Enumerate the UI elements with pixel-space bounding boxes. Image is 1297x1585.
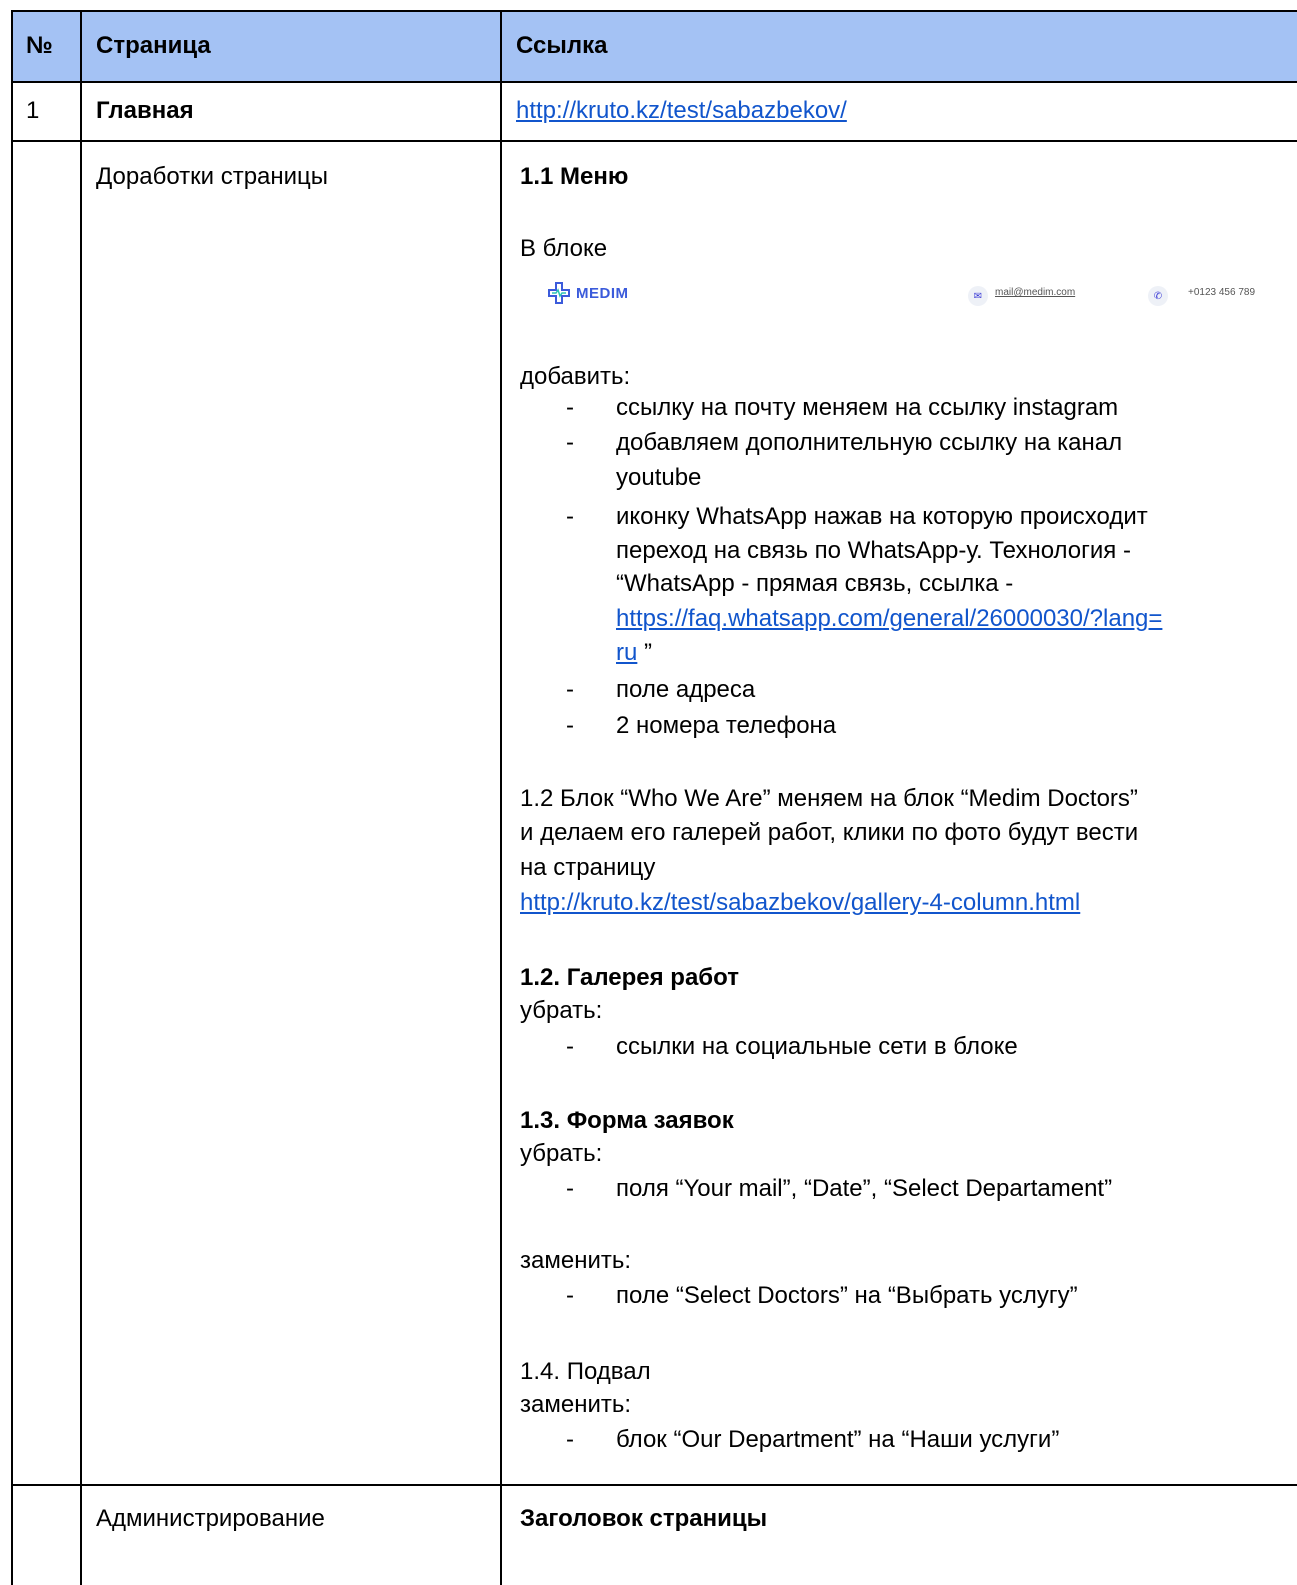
form-title: 1.3. Форма заявок (520, 1107, 734, 1134)
form-remove-label: убрать: (520, 1140, 603, 1167)
section-1-2-line3: на страницу (520, 854, 656, 881)
list-item: ссылку на почту меняем на ссылку instagr… (616, 394, 1119, 421)
row1-page: Главная (96, 97, 194, 124)
medim-logo-text: MEDIM (576, 284, 629, 302)
bullet-dash: - (566, 503, 574, 530)
table-border-left (11, 10, 13, 1585)
list-item-cont: youtube (616, 464, 702, 491)
row1-link[interactable]: http://kruto.kz/test/sabazbekov/ (516, 95, 847, 126)
bullet-dash: - (566, 1033, 574, 1060)
section-1-2-line1: 1.2 Блок “Who We Are” меняем на блок “Me… (520, 785, 1138, 812)
phone-icon: ✆ (1148, 286, 1168, 306)
table-border-col2 (500, 10, 502, 1585)
row3-link-title: Заголовок страницы (520, 1505, 768, 1532)
medim-logo: MEDIM (548, 282, 629, 304)
bullet-dash: - (566, 676, 574, 703)
gallery-remove-label: убрать: (520, 997, 603, 1024)
list-item-cont: переход на связь по WhatsApp-у. Технолог… (616, 537, 1131, 564)
form-replace-label: заменить: (520, 1247, 632, 1274)
bullet-dash: - (566, 712, 574, 739)
row3-page: Администрирование (96, 1505, 325, 1532)
header-page: Страница (96, 32, 211, 59)
list-item: поля “Your mail”, “Date”, “Select Depart… (616, 1175, 1113, 1202)
mail-icon: ✉ (968, 286, 988, 306)
gallery-title: 1.2. Галерея работ (520, 964, 739, 991)
quote-close: ” (637, 639, 653, 666)
table-border-row2 (11, 1484, 1297, 1486)
snippet-phone: +0123 456 789 (1188, 287, 1256, 298)
footer-replace-label: заменить: (520, 1391, 632, 1418)
bullet-dash: - (566, 394, 574, 421)
table-border-top (11, 10, 1297, 12)
section-1-2-line2: и делаем его галерей работ, клики по фот… (520, 819, 1139, 846)
bullet-dash: - (566, 1175, 574, 1202)
whatsapp-link-end[interactable]: ru (616, 639, 637, 666)
table-border-col1 (80, 10, 82, 1585)
row2-page: Доработки страницы (96, 163, 329, 190)
header-link: Ссылка (516, 32, 608, 59)
list-item: поле адреса (616, 676, 756, 703)
header-snippet-image: MEDIM ✉ mail@medim.com ✆ +0123 456 789 (520, 282, 1280, 312)
bullet-dash: - (566, 429, 574, 456)
list-item: 2 номера телефона (616, 712, 837, 739)
list-item: добавляем дополнительную ссылку на канал (616, 429, 1123, 456)
table-border-row1 (11, 140, 1297, 142)
whatsapp-link-tail: ru ” (616, 637, 1296, 668)
whatsapp-link[interactable]: https://faq.whatsapp.com/general/2600003… (616, 603, 1296, 634)
section-1-1-title: 1.1 Меню (520, 163, 629, 190)
list-item: ссылки на социальные сети в блоке (616, 1033, 1018, 1060)
bullet-dash: - (566, 1282, 574, 1309)
row1-num: 1 (26, 97, 40, 124)
header-num: № (26, 32, 53, 59)
medim-cross-icon (548, 282, 570, 304)
list-item: поле “Select Doctors” на “Выбрать услугу… (616, 1282, 1078, 1309)
snippet-mail: mail@medim.com (995, 287, 1076, 298)
add-label: добавить: (520, 363, 631, 390)
table-border-header (11, 81, 1297, 83)
list-item: иконку WhatsApp нажав на которую происхо… (616, 503, 1148, 530)
bullet-dash: - (566, 1426, 574, 1453)
list-item-cont: “WhatsApp - прямая связь, ссылка - (616, 570, 1014, 597)
list-item: блок “Our Department” на “Наши услуги” (616, 1426, 1060, 1453)
gallery-page-link[interactable]: http://kruto.kz/test/sabazbekov/gallery-… (520, 887, 1290, 918)
section-1-1-intro: В блоке (520, 235, 608, 262)
requirements-table: № Страница Ссылка 1 Главная http://kruto… (0, 0, 1297, 1585)
footer-title: 1.4. Подвал (520, 1358, 651, 1385)
